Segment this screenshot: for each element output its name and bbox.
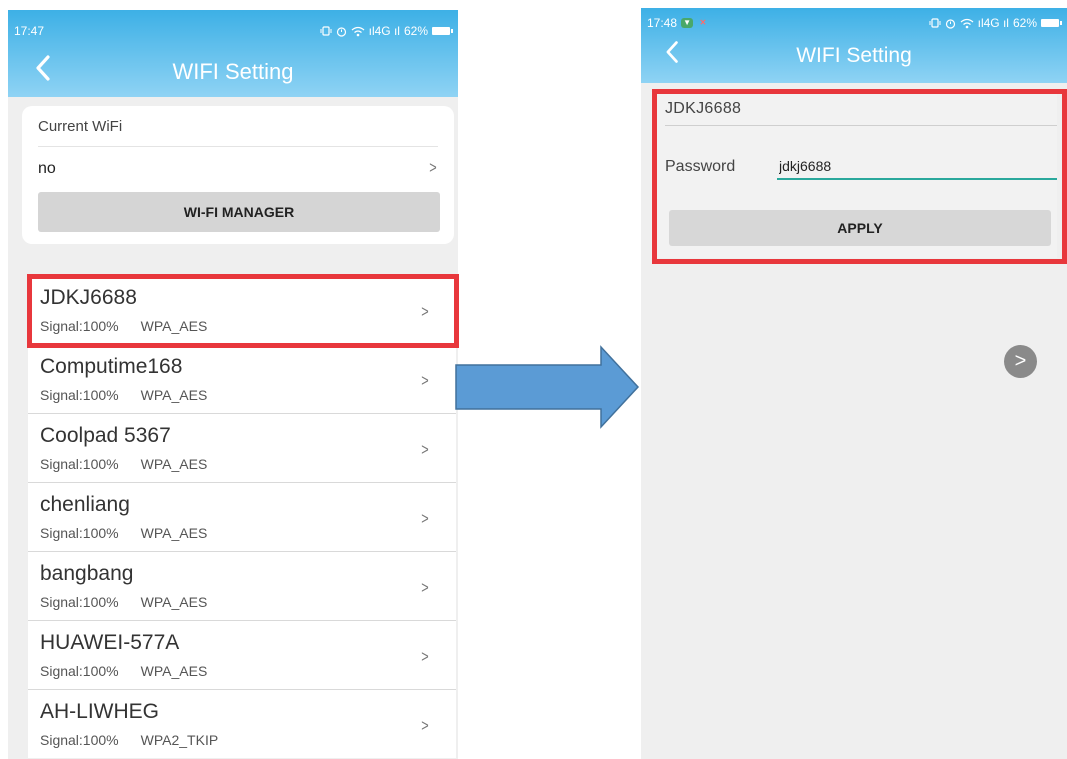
next-button[interactable]: > (1004, 345, 1037, 378)
vibrate-icon (320, 26, 332, 36)
page-title: WIFI Setting (796, 44, 912, 67)
wifi-list-screen: 17:47 ıl4G ıl 62% WIFI Setting Current W… (8, 10, 458, 759)
chevron-right-icon: > (421, 647, 429, 666)
battery-icon (1041, 19, 1062, 27)
signal-text: ıl4G ıl (977, 16, 1009, 30)
network-list: JDKJ6688 Signal:100% WPA_AES > Computime1… (28, 276, 456, 758)
password-form-highlight (652, 89, 1067, 264)
wifi-manager-button[interactable]: WI-FI MANAGER (38, 192, 440, 232)
chevron-right-icon: > (421, 440, 429, 459)
network-name: HUAWEI-577A (40, 631, 180, 654)
chevron-right-icon: > (421, 371, 429, 390)
network-item[interactable]: chenliang Signal:100% WPA_AES > (28, 483, 456, 552)
status-time: 17:47 (14, 24, 45, 38)
battery-icon (432, 27, 453, 35)
network-info: Signal:100% WPA_AES (40, 456, 208, 472)
network-item[interactable]: Coolpad 5367 Signal:100% WPA_AES > (28, 414, 456, 483)
chevron-right-icon: > (421, 716, 429, 735)
current-wifi-value[interactable]: no (38, 160, 56, 178)
alarm-icon (945, 18, 955, 29)
network-name: Coolpad 5367 (40, 424, 171, 447)
network-item[interactable]: Computime168 Signal:100% WPA_AES > (28, 345, 456, 414)
page-title: WIFI Setting (172, 59, 294, 84)
status-icons: ıl4G ıl 62% (320, 24, 453, 38)
network-info: Signal:100% WPA_AES (40, 387, 208, 403)
signal-text: ıl4G ıl (368, 24, 400, 38)
app-header: 17:48 ▼ ✕ ıl4G ıl 62% WIFI Setting (641, 8, 1067, 83)
selected-network-highlight (27, 274, 459, 348)
network-info: Signal:100% WPA_AES (40, 594, 208, 610)
wifi-icon (351, 26, 365, 36)
app-header: 17:47 ıl4G ıl 62% WIFI Setting (8, 10, 458, 97)
divider (38, 146, 438, 147)
network-name: chenliang (40, 493, 130, 516)
battery-text: 62% (403, 24, 428, 38)
chevron-right-icon: > (421, 578, 429, 597)
status-icons: ıl4G ıl 62% (929, 16, 1062, 30)
chevron-right-icon: > (421, 509, 429, 528)
right-arrow-icon (455, 345, 640, 429)
battery-text: 62% (1012, 16, 1037, 30)
network-name: Computime168 (40, 355, 183, 378)
network-item[interactable]: AH-LIWHEG Signal:100% WPA2_TKIP > (28, 690, 456, 758)
alarm-icon (336, 26, 346, 37)
chevron-right-icon[interactable]: > (429, 158, 436, 178)
current-wifi-card: Current WiFi no > WI-FI MANAGER (22, 106, 454, 244)
vibrate-icon (929, 18, 941, 28)
status-time: 17:48 ▼ ✕ (647, 16, 709, 30)
notification-icon: ▼ (681, 18, 694, 28)
network-info: Signal:100% WPA2_TKIP (40, 732, 219, 748)
current-wifi-label: Current WiFi (38, 118, 123, 135)
network-info: Signal:100% WPA_AES (40, 663, 208, 679)
network-info: Signal:100% WPA_AES (40, 525, 208, 541)
network-name: AH-LIWHEG (40, 700, 160, 723)
network-item[interactable]: HUAWEI-577A Signal:100% WPA_AES > (28, 621, 456, 690)
network-item[interactable]: bangbang Signal:100% WPA_AES > (28, 552, 456, 621)
notification-icon: ✕ (699, 18, 707, 27)
wifi-icon (960, 18, 974, 28)
network-name: bangbang (40, 562, 134, 585)
